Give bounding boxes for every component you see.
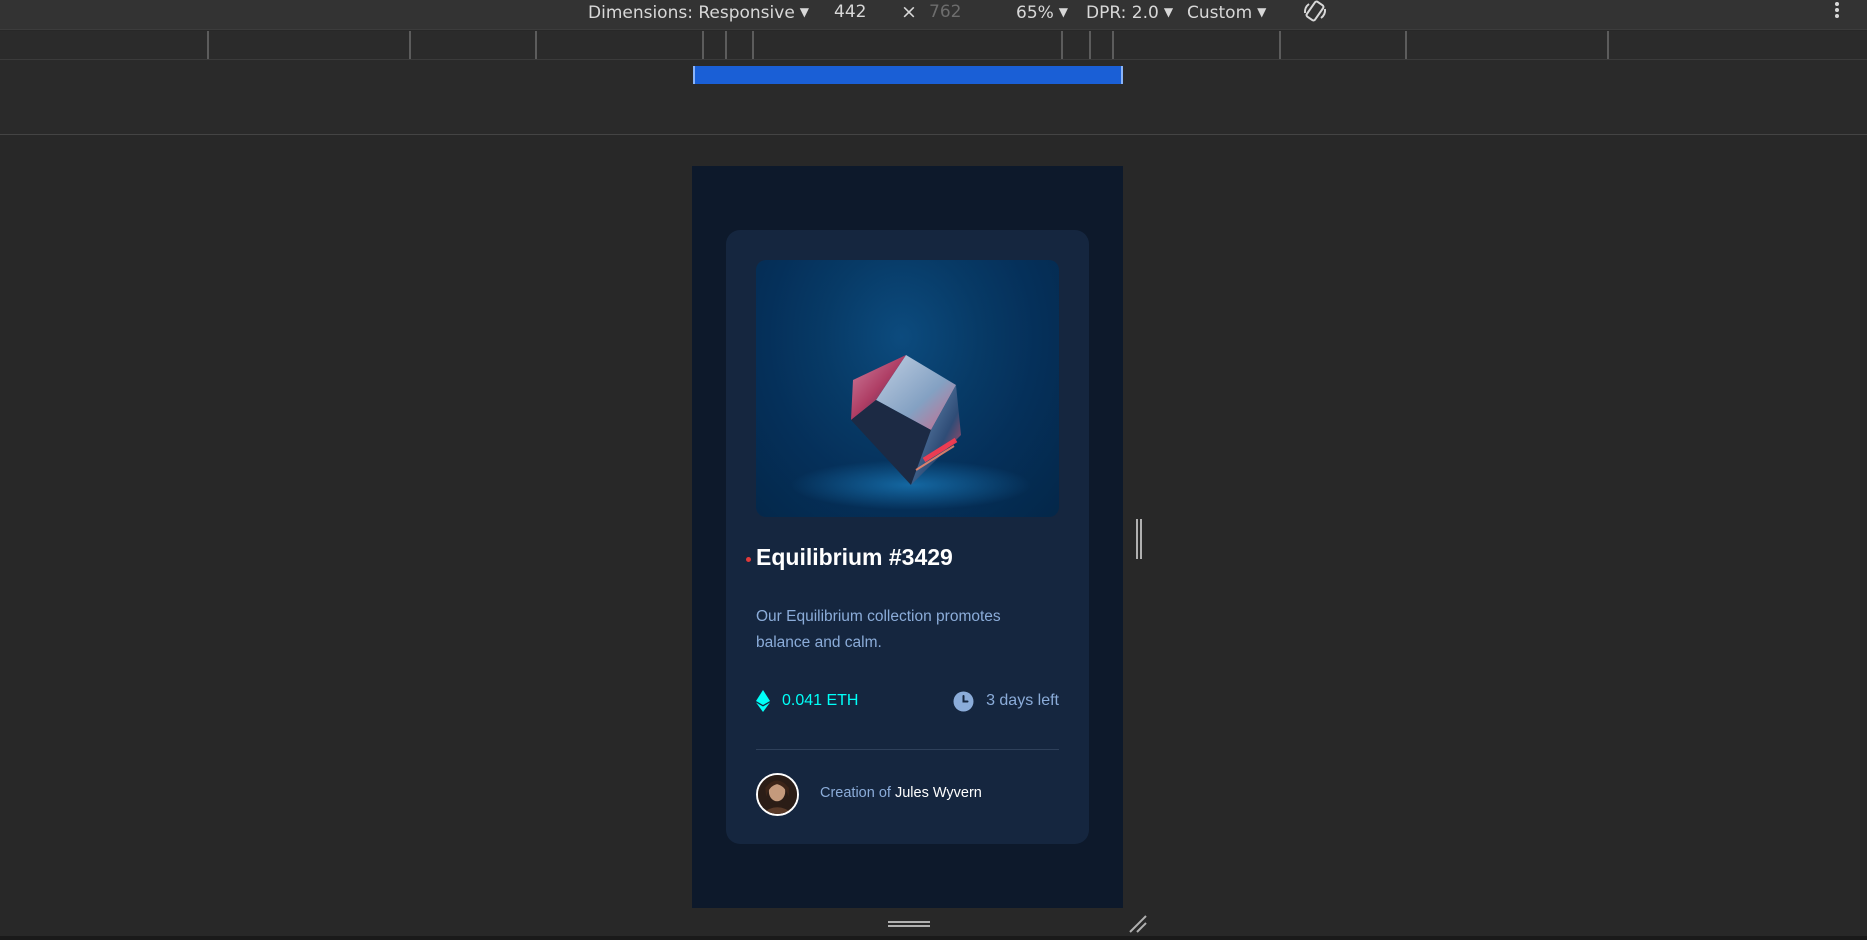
resize-handle-right[interactable] [1134,519,1144,559]
dpr-label: DPR: 2.0 [1086,3,1159,23]
media-query-marker[interactable] [1279,31,1281,59]
media-query-marker[interactable] [725,31,727,59]
media-query-marker[interactable] [1112,31,1114,59]
dimensions-label: Dimensions: Responsive [588,3,795,23]
triangle-down-icon: ▼ [1163,5,1174,19]
price-value: 0.041 ETH [782,692,859,709]
nft-description: Our Equilibrium collection promotes bala… [756,608,1001,651]
ethereum-icon [756,690,770,712]
times-separator: × [901,1,917,23]
cube-image [791,355,1031,510]
window-bottom-edge [0,936,1867,940]
avatar[interactable] [756,773,799,816]
rotate-button[interactable] [1302,0,1328,24]
nft-image[interactable] [756,260,1059,517]
nft-card: Equilibrium #3429 Our Equilibrium collec… [726,230,1089,844]
zoom-label: 65% [1016,3,1054,23]
zoom-dropdown[interactable]: 65% ▼ [1016,0,1068,24]
height-input[interactable]: 762 [929,0,961,24]
media-query-bar[interactable] [0,31,1867,60]
device-viewport: Equilibrium #3429 Our Equilibrium collec… [692,166,1123,908]
creator-line: Creation of Jules Wyvern [820,785,982,801]
divider [756,749,1059,750]
media-query-marker[interactable] [207,31,209,59]
resize-handle-bottom[interactable] [888,919,930,929]
creator-name[interactable]: Jules Wyvern [895,785,982,801]
triangle-down-icon: ▼ [1257,5,1267,19]
viewport-width-indicator [693,66,1123,84]
more-options-button[interactable] [1830,0,1844,24]
resize-handle-corner[interactable] [1128,914,1148,934]
triangle-down-icon: ▼ [1058,5,1069,19]
media-query-marker[interactable] [1405,31,1407,59]
throttle-label: Custom [1187,3,1253,23]
avatar-photo [758,775,797,814]
triangle-down-icon: ▼ [799,5,810,19]
width-input[interactable]: 442 [834,0,866,24]
throttle-dropdown[interactable]: Custom ▼ [1187,0,1266,24]
dpr-dropdown[interactable]: DPR: 2.0 ▼ [1086,0,1173,24]
more-vert-icon [1835,2,1839,18]
rotate-icon [1303,0,1327,22]
price-block: 0.041 ETH [756,689,858,713]
time-left: 3 days left [986,692,1059,709]
device-toolbar: Dimensions: Responsive ▼ 442 × 762 65% ▼ D… [0,0,1867,30]
clock-icon [953,691,974,711]
nft-title[interactable]: Equilibrium #3429 [756,544,953,571]
media-query-marker[interactable] [752,31,754,59]
cursor-dot [746,557,751,562]
media-query-marker[interactable] [1061,31,1063,59]
media-query-marker[interactable] [409,31,411,59]
media-query-marker[interactable] [1089,31,1091,59]
dimensions-dropdown[interactable]: Dimensions: Responsive ▼ [588,0,809,24]
media-query-marker[interactable] [1607,31,1609,59]
media-query-marker[interactable] [702,31,704,59]
media-query-marker[interactable] [535,31,537,59]
creator-prefix: Creation of [820,785,895,801]
time-block: 3 days left [953,689,1059,713]
